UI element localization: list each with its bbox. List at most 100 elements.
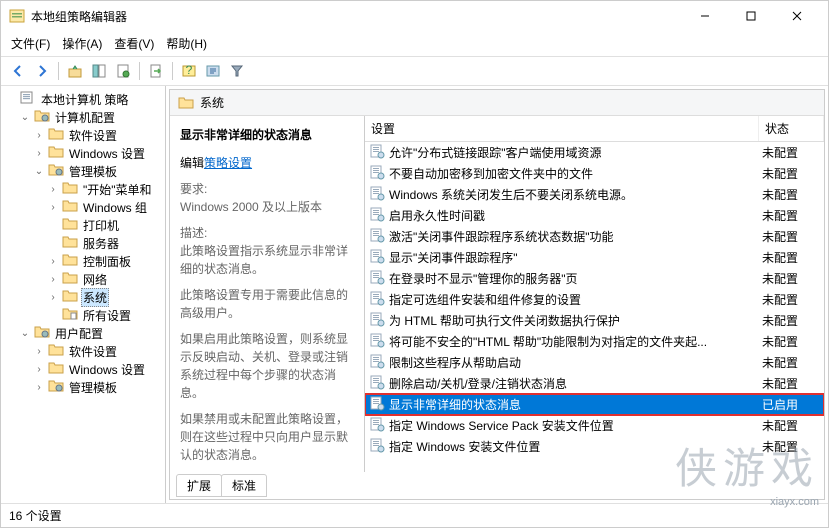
- folder-icon: [62, 181, 78, 197]
- show-hide-tree-button[interactable]: [88, 60, 110, 82]
- list-row[interactable]: 允许"分布式链接跟踪"客户端使用域资源未配置: [365, 142, 824, 163]
- content-pane: 系统 显示非常详细的状态消息 编辑策略设置 要求:Windows 2000 及以…: [169, 89, 825, 500]
- desc-1: 此策略设置指示系统显示非常详细的状态消息。: [180, 244, 348, 276]
- tree-label: 所有设置: [81, 307, 133, 324]
- tree-twisty[interactable]: ›: [47, 202, 59, 213]
- tree-item[interactable]: ›软件设置: [5, 126, 165, 144]
- status-text: 16 个设置: [9, 509, 62, 523]
- list-row[interactable]: 激活"关闭事件跟踪程序系统状态数据"功能未配置: [365, 226, 824, 247]
- tree-item[interactable]: ›管理模板: [5, 378, 165, 396]
- tree-twisty[interactable]: ›: [33, 346, 45, 357]
- filter-options-button[interactable]: [202, 60, 224, 82]
- row-label: 指定 Windows 安装文件位置: [389, 438, 758, 455]
- req-value: Windows 2000 及以上版本: [180, 200, 322, 214]
- menu-action[interactable]: 操作(A): [62, 35, 102, 52]
- tree-item[interactable]: ⌄管理模板: [5, 162, 165, 180]
- tree-label: 控制面板: [81, 253, 133, 270]
- tree-pane[interactable]: 本地计算机 策略⌄计算机配置 › 软件设置 › Windows 设置⌄管理模板›"开始"…: [1, 86, 166, 503]
- tree-item[interactable]: ⌄用户配置: [5, 324, 165, 342]
- setting-icon: [369, 353, 385, 372]
- list-row[interactable]: 将可能不安全的"HTML 帮助"功能限制为对指定的文件夹起...未配置: [365, 331, 824, 352]
- help-button[interactable]: ?: [178, 60, 200, 82]
- tabs: 扩展 标准: [170, 472, 824, 499]
- tree-twisty[interactable]: ›: [47, 274, 59, 285]
- tree-item[interactable]: › 控制面板: [5, 252, 165, 270]
- row-label: 删除启动/关机/登录/注销状态消息: [389, 375, 758, 392]
- properties-button[interactable]: [112, 60, 134, 82]
- list-row[interactable]: 为 HTML 帮助可执行文件关闭数据执行保护未配置: [365, 310, 824, 331]
- desc-label: 描述:: [180, 226, 207, 240]
- up-button[interactable]: [64, 60, 86, 82]
- minimize-button[interactable]: [682, 1, 728, 31]
- row-state: 未配置: [762, 333, 820, 350]
- tree-twisty[interactable]: ›: [47, 256, 59, 267]
- list-row[interactable]: 显示"关闭事件跟踪程序"未配置: [365, 247, 824, 268]
- filter-button[interactable]: [226, 60, 248, 82]
- folder-icon: [62, 199, 78, 215]
- tree-twisty[interactable]: ›: [47, 184, 59, 195]
- row-state: 未配置: [762, 228, 820, 245]
- app-icon: [9, 8, 25, 24]
- tree-item[interactable]: ›Windows 组: [5, 198, 165, 216]
- tree-item[interactable]: 打印机: [5, 216, 165, 234]
- close-button[interactable]: [774, 1, 820, 31]
- list-row[interactable]: 在登录时不显示"管理你的服务器"页未配置: [365, 268, 824, 289]
- tree-item[interactable]: ›"开始"菜单和: [5, 180, 165, 198]
- list-row[interactable]: 显示非常详细的状态消息已启用: [365, 394, 824, 415]
- col-setting[interactable]: 设置: [365, 116, 759, 141]
- list-body[interactable]: 允许"分布式链接跟踪"客户端使用域资源未配置不要自动加密移到加密文件夹中的文件未…: [365, 142, 824, 472]
- row-state: 未配置: [762, 291, 820, 308]
- edit-policy-link[interactable]: 策略设置: [204, 156, 252, 170]
- tab-extended[interactable]: 扩展: [176, 474, 222, 497]
- tree-item[interactable]: 本地计算机 策略: [5, 90, 165, 108]
- back-button[interactable]: [7, 60, 29, 82]
- list-row[interactable]: 指定可选组件安装和组件修复的设置未配置: [365, 289, 824, 310]
- tree-item[interactable]: ⌄计算机配置: [5, 108, 165, 126]
- row-label: 限制这些程序从帮助启动: [389, 354, 758, 371]
- tree-twisty[interactable]: ›: [33, 382, 45, 393]
- col-state[interactable]: 状态: [759, 116, 824, 141]
- list-row[interactable]: Windows 系统关闭发生后不要关闭系统电源。未配置: [365, 184, 824, 205]
- tree-item[interactable]: 所有设置: [5, 306, 165, 324]
- tree-twisty[interactable]: ⌄: [33, 166, 45, 177]
- tree-item[interactable]: ›Windows 设置: [5, 360, 165, 378]
- list-row[interactable]: 指定 Windows 安装文件位置未配置: [365, 436, 824, 457]
- maximize-button[interactable]: [728, 1, 774, 31]
- list-row[interactable]: 指定 Windows Service Pack 安装文件位置未配置: [365, 415, 824, 436]
- row-state: 已启用: [762, 396, 820, 413]
- forward-button[interactable]: [31, 60, 53, 82]
- tree-twisty[interactable]: ⌄: [19, 328, 31, 339]
- tree-twisty[interactable]: ›: [47, 292, 59, 303]
- content-title: 系统: [200, 94, 224, 111]
- setting-icon: [369, 269, 385, 288]
- tree-label: 软件设置: [67, 343, 119, 360]
- window-title: 本地组策略编辑器: [31, 8, 682, 25]
- tree-item[interactable]: › Windows 设置: [5, 144, 165, 162]
- content-header: 系统: [170, 90, 824, 116]
- tree-twisty[interactable]: ›: [33, 130, 45, 141]
- tree-twisty[interactable]: ⌄: [19, 112, 31, 123]
- menu-help[interactable]: 帮助(H): [166, 35, 207, 52]
- menu-file[interactable]: 文件(F): [11, 35, 50, 52]
- tree-twisty[interactable]: ›: [33, 364, 45, 375]
- tree-twisty[interactable]: ›: [33, 148, 45, 159]
- list-row[interactable]: 限制这些程序从帮助启动未配置: [365, 352, 824, 373]
- menu-view[interactable]: 查看(V): [114, 35, 154, 52]
- detail-heading: 显示非常详细的状态消息: [180, 126, 354, 144]
- row-state: 未配置: [762, 249, 820, 266]
- tree-item[interactable]: ›系统: [5, 288, 165, 306]
- export-button[interactable]: [145, 60, 167, 82]
- tree-item[interactable]: › 软件设置: [5, 342, 165, 360]
- list-row[interactable]: 不要自动加密移到加密文件夹中的文件未配置: [365, 163, 824, 184]
- tab-standard[interactable]: 标准: [221, 474, 267, 497]
- tree-item[interactable]: 服务器: [5, 234, 165, 252]
- folder-icon: [62, 253, 78, 269]
- list-row[interactable]: 启用永久性时间戳未配置: [365, 205, 824, 226]
- setting-icon: [369, 248, 385, 267]
- row-label: 允许"分布式链接跟踪"客户端使用域资源: [389, 144, 758, 161]
- tree-label: Windows 设置: [67, 145, 147, 162]
- tree-item[interactable]: ›网络: [5, 270, 165, 288]
- folder-icon: [48, 361, 64, 377]
- row-label: 激活"关闭事件跟踪程序系统状态数据"功能: [389, 228, 758, 245]
- list-row[interactable]: 删除启动/关机/登录/注销状态消息未配置: [365, 373, 824, 394]
